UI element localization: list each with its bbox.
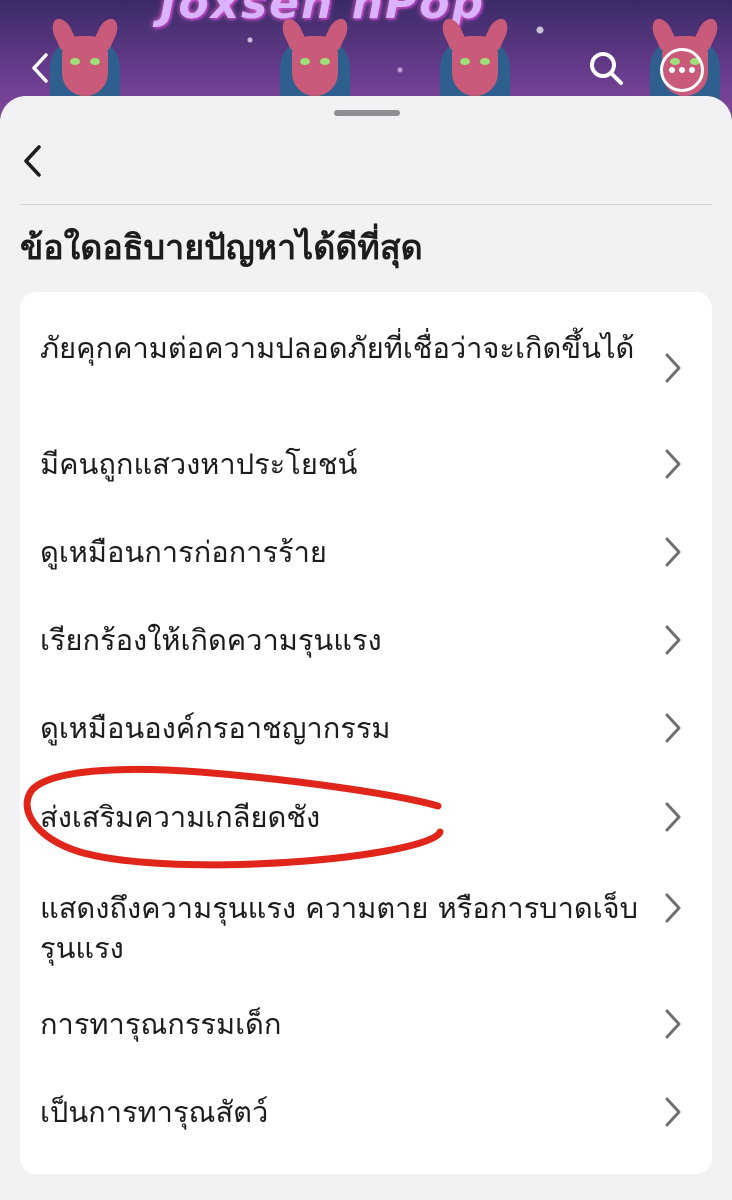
divider xyxy=(20,204,712,205)
option-label: ดูเหมือนองค์กรอาชญากรรม xyxy=(40,711,391,745)
option-label: ส่งเสริมความเกลียดชัง xyxy=(40,800,321,834)
back-chevron-icon xyxy=(24,145,41,177)
list-item-option[interactable]: เรียกร้องให้เกิดความรุนแรง xyxy=(20,620,712,664)
list-item-option[interactable]: ดูเหมือนการก่อการร้าย xyxy=(20,532,712,576)
list-item-option[interactable]: แสดงถึงความรุนแรง ความตาย หรือการบาดเจ็บ… xyxy=(20,888,712,974)
list-item-option[interactable]: ส่งเสริมความเกลียดชัง xyxy=(20,797,712,841)
list-item-option[interactable]: ดูเหมือนองค์กรอาชญากรรม xyxy=(20,708,712,752)
chevron-right-icon xyxy=(660,348,686,388)
option-label: มีคนถูกแสวงหาประโยชน์ xyxy=(40,447,358,481)
list-item-option[interactable]: มีคนถูกแสวงหาประโยชน์ xyxy=(20,444,712,488)
chevron-right-icon xyxy=(660,1004,686,1044)
more-options-button[interactable] xyxy=(660,48,704,92)
options-list: ภัยคุกคามต่อความปลอดภัยที่เชื่อว่าจะเกิด… xyxy=(20,292,712,1174)
chevron-right-icon xyxy=(660,620,686,660)
search-icon xyxy=(590,52,623,85)
option-label: เรียกร้องให้เกิดความรุนแรง xyxy=(40,623,382,657)
report-sheet: ข้อใดอธิบายปัญหาได้ดีที่สุด ภัยคุกคามต่อ… xyxy=(0,96,732,1200)
screen: Joxsen hPop ข้อใดอธิบายปัญหาได้ดีที่สุด … xyxy=(0,0,732,1200)
back-chevron-icon xyxy=(32,53,48,83)
option-label: ดูเหมือนการก่อการร้าย xyxy=(40,535,327,569)
chevron-right-icon xyxy=(660,532,686,572)
chevron-right-icon xyxy=(660,797,686,837)
option-label: การทารุณกรรมเด็ก xyxy=(40,1007,282,1041)
list-item-option[interactable]: เป็นการทารุณสัตว์ xyxy=(20,1092,712,1136)
list-item-option[interactable]: ภัยคุกคามต่อความปลอดภัยที่เชื่อว่าจะเกิด… xyxy=(20,328,712,414)
page-title: ข้อใดอธิบายปัญหาได้ดีที่สุด xyxy=(20,228,423,268)
option-label: ภัยคุกคามต่อความปลอดภัยที่เชื่อว่าจะเกิด… xyxy=(40,331,635,365)
option-label: เป็นการทารุณสัตว์ xyxy=(40,1095,269,1129)
list-item-option[interactable]: การทารุณกรรมเด็ก xyxy=(20,1004,712,1048)
chevron-right-icon xyxy=(660,708,686,748)
option-label: แสดงถึงความรุนแรง ความตาย หรือการบาดเจ็บ… xyxy=(40,891,639,965)
back-button[interactable] xyxy=(10,136,54,186)
cover-back-button[interactable] xyxy=(18,46,62,90)
chevron-right-icon xyxy=(660,1092,686,1132)
sheet-drag-handle[interactable] xyxy=(334,110,400,116)
chevron-right-icon xyxy=(660,444,686,484)
search-button[interactable] xyxy=(584,46,628,90)
more-icon xyxy=(669,67,695,73)
chevron-right-icon xyxy=(660,888,686,928)
